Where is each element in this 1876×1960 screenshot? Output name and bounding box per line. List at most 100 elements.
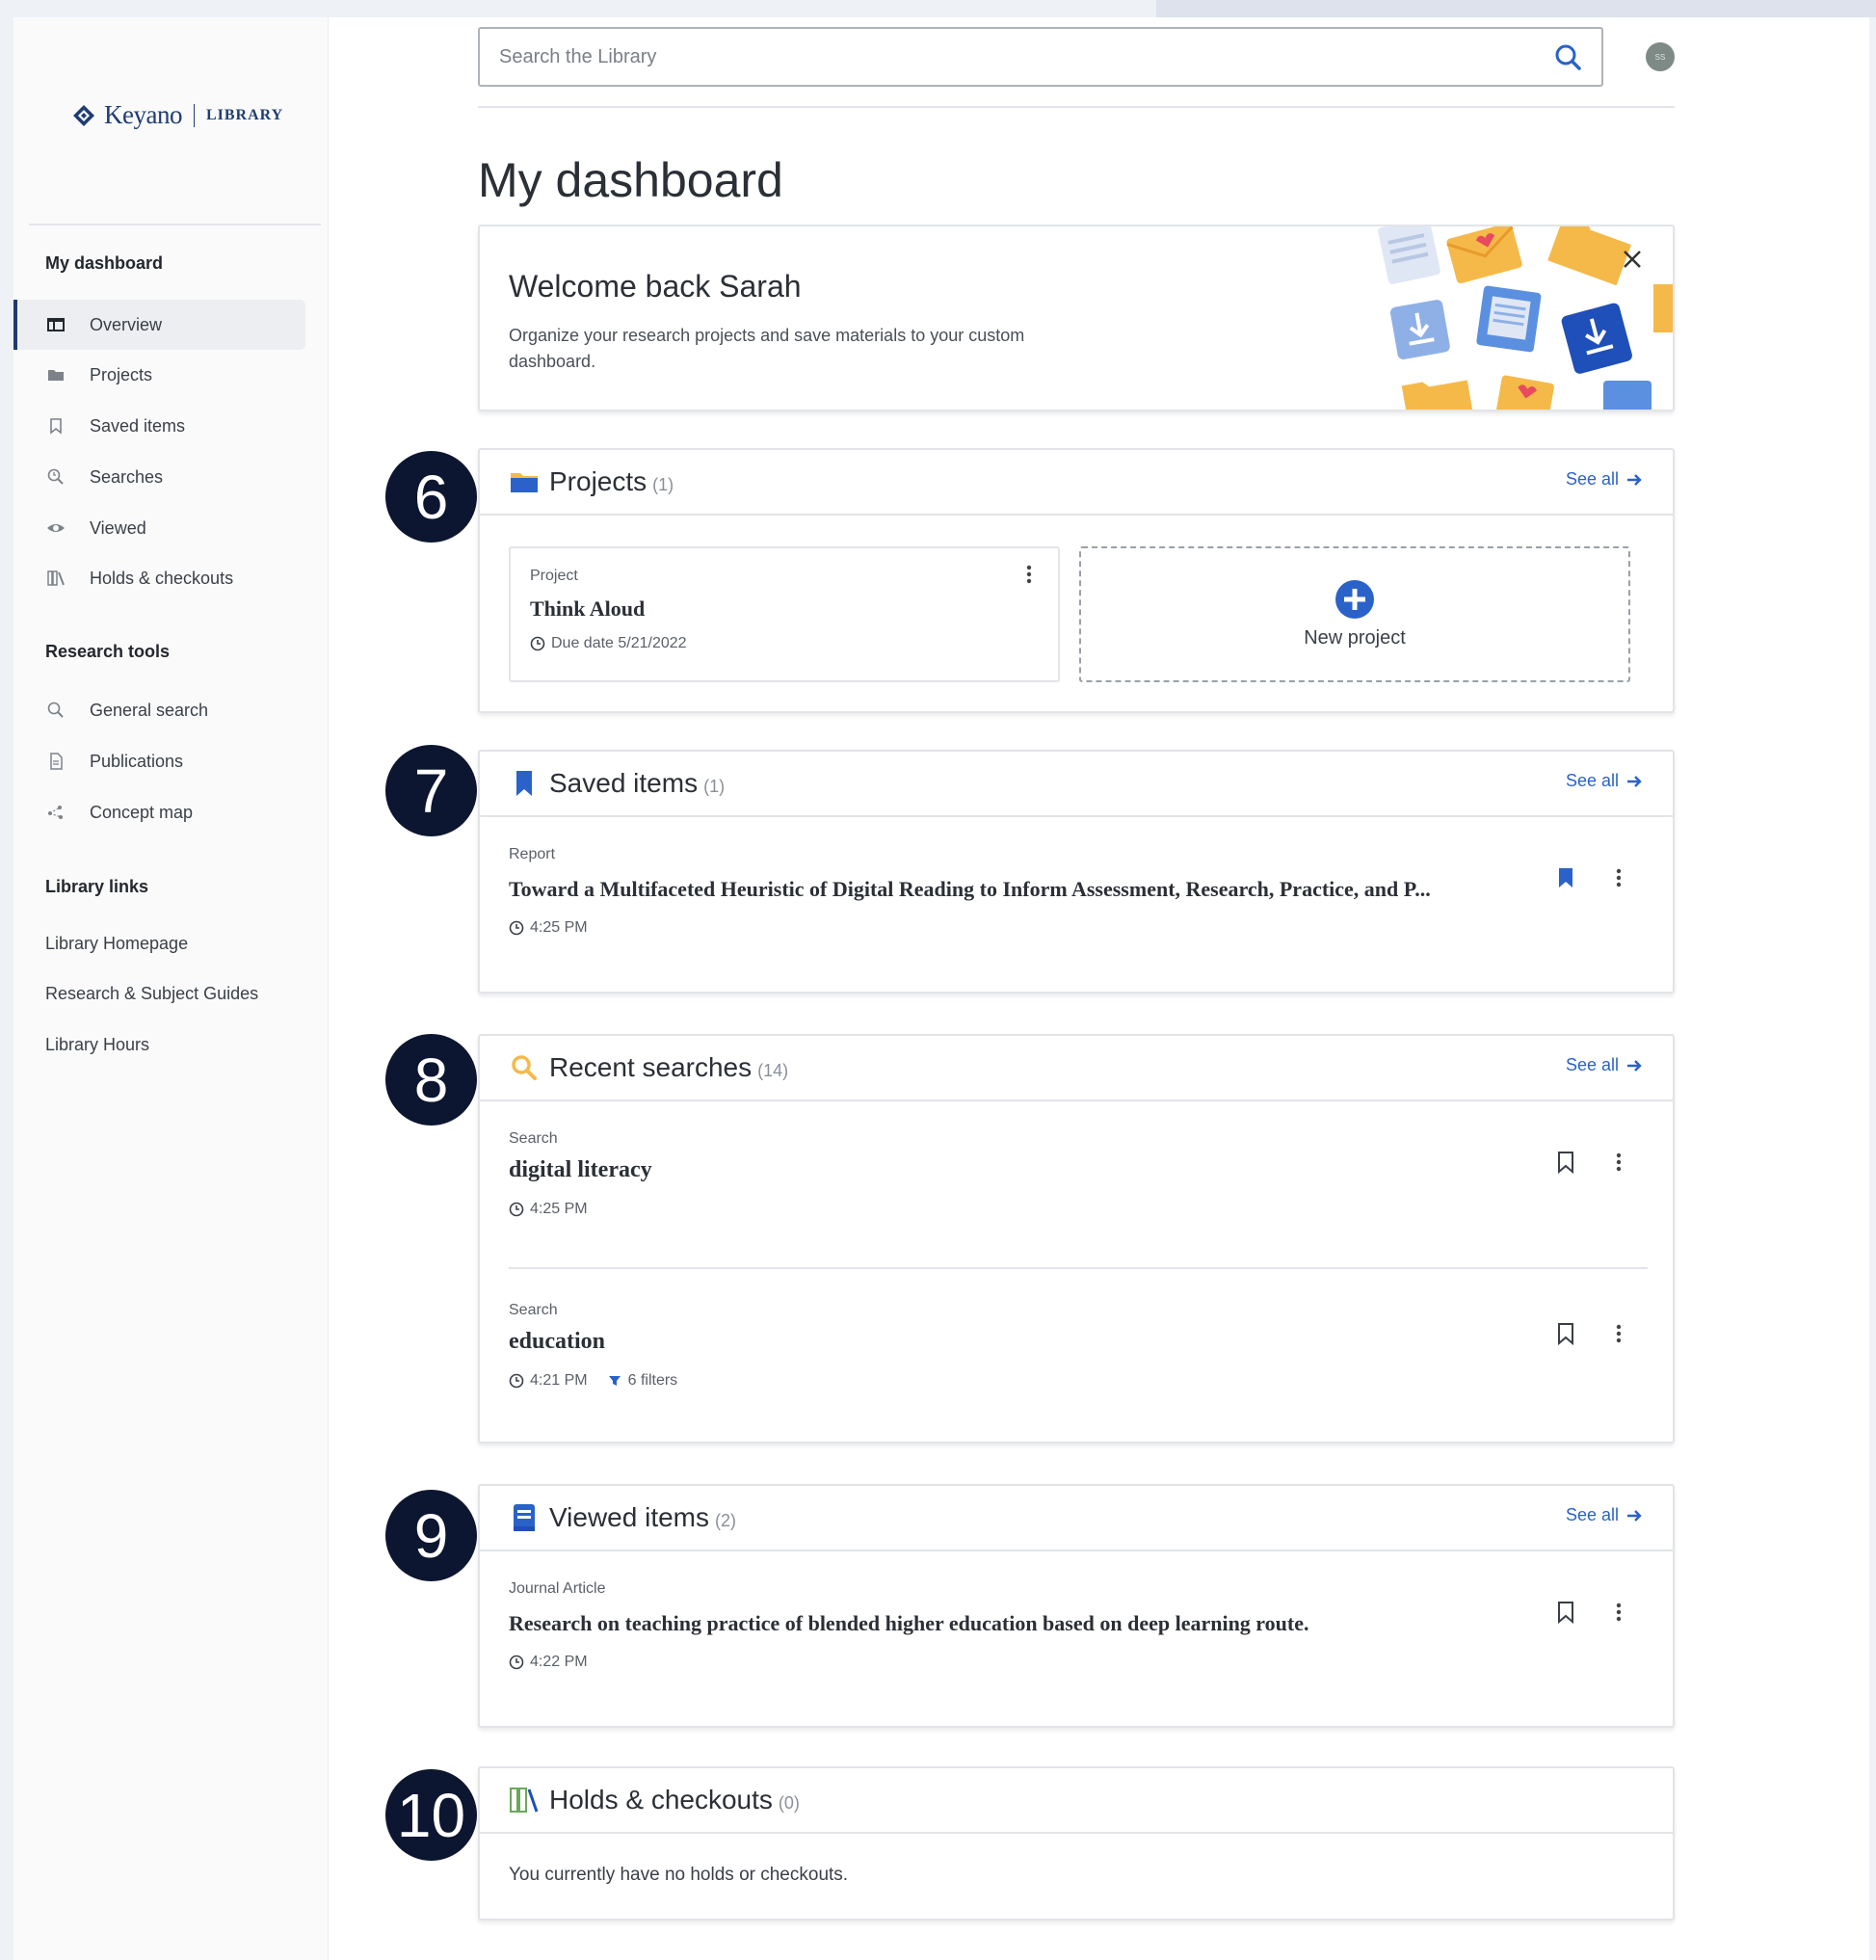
add-circle-icon — [1335, 580, 1374, 619]
sidebar-item-saved-items[interactable]: Saved items — [13, 401, 305, 451]
logo-library: LIBRARY — [205, 106, 284, 123]
library-logo[interactable]: Keyano LIBRARY — [71, 100, 283, 130]
item-meta: 4:25 PM — [509, 1201, 1648, 1218]
sidebar-item-viewed[interactable]: Viewed — [13, 503, 305, 553]
holds-checkouts-count: (0) — [778, 1792, 800, 1813]
more-options-icon[interactable] — [1019, 562, 1039, 587]
see-all-label: See all — [1565, 469, 1619, 489]
projects-card: Projects (1) See all Project Think Aloud… — [478, 448, 1675, 713]
bookmark-filled-icon[interactable] — [1555, 865, 1576, 890]
logo-separator — [193, 103, 195, 127]
list-item[interactable]: Journal Article Research on teaching pra… — [509, 1580, 1648, 1671]
holds-checkouts-card: Holds & checkouts (0) You currently have… — [478, 1766, 1675, 1920]
item-time: 4:22 PM — [530, 1654, 588, 1670]
step-badge-6: 6 — [385, 451, 477, 543]
sidebar-heading-research-tools: Research tools — [45, 642, 171, 661]
sidebar-item-overview[interactable]: Overview — [13, 300, 305, 350]
projects-see-all-link[interactable]: See all — [1566, 469, 1644, 490]
welcome-title: Welcome back Sarah — [509, 269, 802, 304]
clock-icon — [509, 1202, 524, 1217]
project-due-date: Due date 5/21/2022 — [530, 635, 1039, 652]
header-divider — [478, 106, 1675, 108]
sidebar-item-general-search[interactable]: General search — [13, 685, 305, 735]
sidebar-item-concept-map[interactable]: Concept map — [13, 787, 305, 837]
bookmark-icon[interactable] — [1555, 1150, 1576, 1175]
clock-icon — [509, 920, 524, 936]
viewed-items-see-all-link[interactable]: See all — [1566, 1505, 1644, 1525]
recent-searches-see-all-link[interactable]: See all — [1566, 1055, 1644, 1075]
item-actions — [1555, 1321, 1628, 1346]
filter-icon — [608, 1376, 621, 1386]
user-avatar[interactable]: SS — [1646, 42, 1675, 71]
sidebar-item-projects[interactable]: Projects — [13, 350, 305, 400]
more-options-icon[interactable] — [1609, 1600, 1628, 1625]
search-icon[interactable] — [1553, 42, 1582, 71]
search-history-icon — [45, 466, 66, 488]
item-type: Report — [509, 846, 556, 862]
item-title[interactable]: digital literacy — [509, 1157, 1520, 1183]
bookmark-icon[interactable] — [1555, 1321, 1576, 1346]
sidebar-item-label: Searches — [90, 466, 164, 487]
research-subject-guides-link[interactable]: Research & Subject Guides — [45, 984, 258, 1004]
item-title[interactable]: Research on teaching practice of blended… — [509, 1611, 1520, 1636]
books-icon — [45, 568, 66, 589]
recent-searches-title: Recent searches — [549, 1052, 753, 1082]
projects-title: Projects — [549, 466, 647, 496]
arrow-right-icon — [1627, 1059, 1642, 1072]
item-title[interactable]: Toward a Multifaceted Heuristic of Digit… — [509, 877, 1520, 902]
holds-checkouts-card-header: Holds & checkouts (0) — [480, 1768, 1673, 1834]
more-options-icon[interactable] — [1609, 865, 1628, 890]
viewed-items-title: Viewed items — [549, 1502, 710, 1532]
list-item[interactable]: Search digital literacy 4:25 PM — [509, 1130, 1648, 1218]
sidebar-heading-library-links: Library links — [45, 877, 149, 896]
sidebar-heading-dashboard: My dashboard — [45, 253, 164, 273]
row-divider — [509, 1267, 1648, 1269]
item-title[interactable]: education — [509, 1329, 1520, 1355]
sidebar-item-holds-checkouts[interactable]: Holds & checkouts — [13, 553, 305, 603]
recent-searches-card-header: Recent searches (14) See all — [480, 1036, 1673, 1101]
item-meta: 4:25 PM — [509, 919, 1648, 937]
new-project-button[interactable]: New project — [1079, 546, 1630, 682]
sidebar-item-label: General search — [90, 700, 209, 720]
sidebar-item-label: Overview — [90, 314, 163, 334]
sidebar-item-label: Concept map — [90, 802, 194, 822]
item-type: Journal Article — [509, 1580, 606, 1597]
project-type: Project — [530, 568, 578, 584]
step-badge-9: 9 — [385, 1490, 477, 1581]
bookmark-icon[interactable] — [1555, 1600, 1576, 1625]
sidebar-item-searches[interactable]: Searches — [13, 452, 305, 502]
saved-items-see-all-link[interactable]: See all — [1566, 771, 1644, 791]
projects-count: (1) — [652, 474, 674, 494]
step-badge-8: 8 — [385, 1034, 477, 1126]
see-all-label: See all — [1565, 1505, 1619, 1524]
saved-items-count: (1) — [703, 776, 726, 796]
sidebar-item-publications[interactable]: Publications — [13, 736, 305, 786]
library-hours-link[interactable]: Library Hours — [45, 1035, 149, 1055]
see-all-label: See all — [1565, 771, 1619, 790]
saved-items-card: Saved items (1) See all Report Toward a … — [478, 750, 1675, 993]
arrow-right-icon — [1627, 473, 1642, 486]
viewed-items-count: (2) — [715, 1510, 737, 1530]
recent-searches-card: Recent searches (14) See all Search digi… — [478, 1034, 1675, 1444]
saved-items-title: Saved items — [549, 768, 699, 798]
item-time: 4:21 PM — [530, 1372, 588, 1389]
library-homepage-link[interactable]: Library Homepage — [45, 934, 188, 954]
arrow-right-icon — [1627, 1509, 1642, 1522]
empty-state-text: You currently have no holds or checkouts… — [509, 1865, 849, 1885]
close-icon[interactable] — [1619, 246, 1646, 273]
project-card[interactable]: Project Think Aloud Due date 5/21/2022 — [509, 546, 1060, 682]
project-title[interactable]: Think Aloud — [530, 596, 1039, 622]
new-project-label: New project — [1304, 627, 1406, 649]
welcome-banner: Welcome back Sarah Organize your researc… — [478, 225, 1675, 411]
more-options-icon[interactable] — [1609, 1150, 1628, 1175]
search-input[interactable] — [499, 45, 1553, 68]
search-icon — [45, 700, 66, 721]
recent-searches-count: (14) — [757, 1060, 789, 1080]
list-item[interactable]: Report Toward a Multifaceted Heuristic o… — [509, 846, 1648, 937]
clock-icon — [509, 1655, 524, 1670]
list-item[interactable]: Search education 4:21 PM 6 filters — [509, 1302, 1648, 1390]
library-search-bar — [478, 27, 1603, 87]
welcome-text: Organize your research projects and save… — [509, 326, 1025, 371]
step-badge-10: 10 — [385, 1769, 477, 1861]
more-options-icon[interactable] — [1609, 1321, 1628, 1346]
